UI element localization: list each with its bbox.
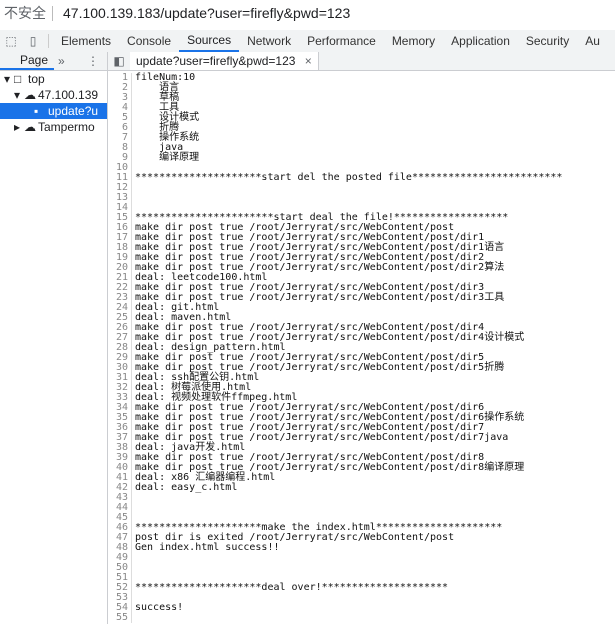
inspect-element-icon[interactable]: ⬚ [0, 30, 22, 52]
code-line: 50 [108, 563, 615, 573]
editor-header: ◧ update?user=firefly&pwd=123 × [108, 52, 615, 71]
code-line: 53 [108, 593, 615, 603]
address-bar[interactable]: 不安全 47.100.139.183/update?user=firefly&p… [0, 0, 615, 26]
code-line: 1 fileNum:10 [108, 73, 615, 83]
tree-item-label: update?u [48, 104, 99, 118]
line-number[interactable]: 55 [108, 613, 128, 623]
tab-application[interactable]: Application [443, 30, 518, 52]
tab-page[interactable]: Page [0, 52, 55, 70]
tab-elements[interactable]: Elements [53, 30, 119, 52]
code-line-text: *********************start del the poste… [135, 172, 563, 183]
close-tab-icon[interactable]: × [305, 54, 312, 68]
tree-item-label: top [28, 72, 45, 86]
security-indicator[interactable]: 不安全 [4, 3, 46, 23]
tab-console[interactable]: Console [119, 30, 179, 52]
more-tabs-icon[interactable]: » [58, 54, 65, 68]
tree-node-icon: □ [14, 72, 22, 86]
tree-item-label: Tampermo [38, 120, 95, 134]
tab-security[interactable]: Security [518, 30, 577, 52]
navigator-header: Page » ⋮ [0, 52, 107, 71]
open-file-tab[interactable]: update?user=firefly&pwd=123 × [130, 52, 319, 70]
code-line: 7 操作系统 [108, 133, 615, 143]
tab-sources[interactable]: Sources [179, 30, 240, 52]
code-line: 55 [108, 613, 615, 623]
code-line: 5 设计模式 [108, 113, 615, 123]
devtools-tab-bar: ⬚ ▯ Elements Console Sources Network Perform… [0, 30, 615, 53]
code-line: 43 [108, 493, 615, 503]
code-line: 52 *********************deal over!*******… [108, 583, 615, 593]
tree-item[interactable]: ▸ ☁ Tampermo [0, 119, 107, 135]
code-line: 48 Gen index.html success!! [108, 543, 615, 553]
address-divider [52, 5, 53, 21]
expand-arrow-icon[interactable]: ▾ [4, 71, 14, 87]
tree-node-icon: ☁ [24, 120, 36, 134]
tree-node-icon: ▪ [34, 104, 39, 118]
code-line: 3 草稿 [108, 93, 615, 103]
tab-performance[interactable]: Performance [299, 30, 384, 52]
tab-network[interactable]: Network [239, 30, 299, 52]
code-line-text: success! [135, 602, 184, 613]
code-line: 13 [108, 193, 615, 203]
expand-arrow-icon[interactable]: ▸ [14, 119, 24, 135]
code-area[interactable]: 1 fileNum:10 2 语言 3 草稿 4 工具 5 设计模式 6 折腾 7 操作系统 8… [108, 73, 615, 623]
tab-memory[interactable]: Memory [384, 30, 443, 52]
code-line: 44 [108, 503, 615, 513]
tab-au[interactable]: Au [577, 30, 608, 52]
toolbar-divider [48, 34, 49, 48]
navigator-menu-icon[interactable]: ⋮ [87, 54, 99, 68]
file-tree: ▾ □ top ▾ ☁ 47.100.139 ▪ update?u ▸ ☁ Tampermo [0, 71, 107, 135]
code-line: 9 编译原理 [108, 153, 615, 163]
sources-navigator: Page » ⋮ ▾ □ top ▾ ☁ 47.100.139 ▪ update?u ▸ ☁ Tam… [0, 52, 108, 624]
open-file-name: update?user=firefly&pwd=123 [136, 54, 296, 68]
code-line-text: 编译原理 [135, 152, 200, 163]
source-editor: ◧ update?user=firefly&pwd=123 × 1 fileNum… [108, 52, 615, 624]
code-line: 12 [108, 183, 615, 193]
tree-item[interactable]: ▪ update?u [0, 103, 107, 119]
expand-arrow-icon[interactable]: ▾ [14, 87, 24, 103]
code-line: 11 *********************start del the pos… [108, 173, 615, 183]
code-line: 2 语言 [108, 83, 615, 93]
toggle-navigator-icon[interactable]: ◧ [108, 54, 130, 68]
code-line: 49 [108, 553, 615, 563]
tree-item[interactable]: ▾ □ top [0, 71, 107, 87]
code-line-text: Gen index.html success!! [135, 542, 280, 553]
code-line-text: *********************deal over!*********… [135, 582, 449, 593]
code-line: 42 deal: easy_c.html [108, 483, 615, 493]
code-line-text: deal: easy_c.html [135, 482, 238, 493]
device-toolbar-icon[interactable]: ▯ [22, 30, 44, 52]
tree-item[interactable]: ▾ ☁ 47.100.139 [0, 87, 107, 103]
code-line: 54 success! [108, 603, 615, 613]
tree-item-label: 47.100.139 [38, 88, 99, 102]
tree-node-icon: ☁ [24, 88, 36, 102]
url-text[interactable]: 47.100.139.183/update?user=firefly&pwd=1… [63, 5, 350, 21]
